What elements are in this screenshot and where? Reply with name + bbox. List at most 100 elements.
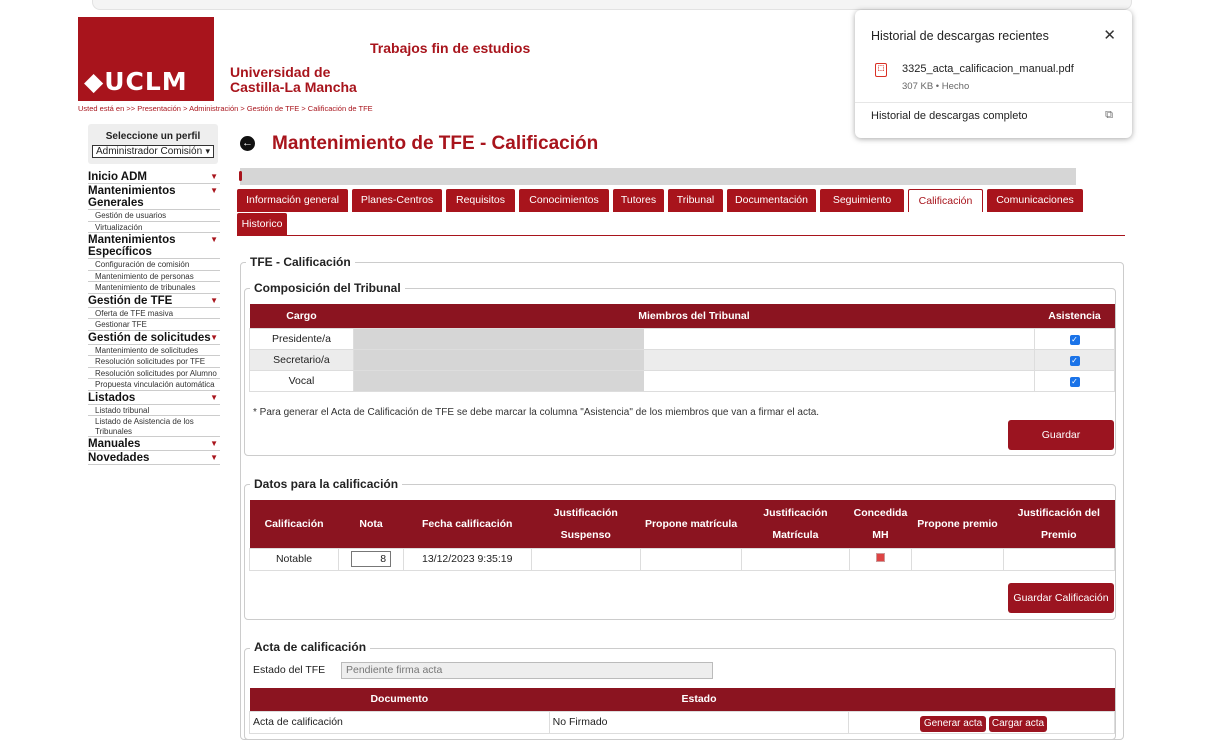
profile-select[interactable]: Administrador Comisión ▾ — [92, 145, 214, 158]
sidebar-item[interactable]: Resolución solicitudes por Alumno — [88, 368, 220, 379]
sidebar-item[interactable]: Configuración de comisión — [88, 259, 220, 271]
acta-legend: Acta de calificación — [250, 640, 371, 654]
documento-cell: Acta de calificación — [249, 710, 550, 734]
cargo-cell: Vocal — [249, 369, 354, 392]
calificacion-cell: Notable — [248, 547, 340, 571]
sidebar-item[interactable]: Listado de Asistencia de los Tribunales — [88, 416, 220, 437]
col-cargo: Cargo — [249, 304, 354, 328]
sidebar-section-label: Listados — [88, 391, 136, 404]
generar-acta-button[interactable]: Generar acta — [920, 716, 986, 732]
sidebar-section[interactable]: Gestión de solicitudes ▼ — [88, 331, 220, 345]
col-miembros: Miembros del Tribunal — [353, 304, 1035, 328]
sidebar-section[interactable]: Gestión de TFE ▼ — [88, 294, 220, 308]
redacted-member — [353, 328, 644, 349]
sidebar-item[interactable]: Mantenimiento de personas — [88, 271, 220, 282]
sidebar-section[interactable]: Inicio ADM ▼ — [88, 170, 220, 184]
caret-down-icon[interactable]: ▼ — [210, 438, 218, 450]
caret-down-icon[interactable]: ▼ — [210, 452, 218, 464]
uclm-logo[interactable]: ◆UCLM — [78, 17, 214, 101]
address-bar-edge — [92, 0, 1132, 10]
sidebar-item[interactable]: Oferta de TFE masiva — [88, 308, 220, 319]
col-documento: Documento — [249, 688, 550, 711]
table-row: Notable 8 13/12/2023 9:35:19 — [248, 547, 1116, 571]
pdf-file-icon: ⬚ — [875, 63, 887, 77]
mh-cell — [848, 547, 913, 571]
app-title: Trabajos fin de estudios — [370, 40, 531, 56]
sidebar-item[interactable]: Resolución solicitudes por TFE — [88, 356, 220, 368]
caret-down-icon[interactable]: ▼ — [210, 171, 218, 183]
guardar-button[interactable]: Guardar — [1008, 420, 1114, 450]
download-file-meta: 307 KB • Hecho — [902, 81, 970, 92]
cargar-acta-button[interactable]: Cargar acta — [989, 716, 1047, 732]
sidebar-section-label: Gestión de solicitudes — [88, 331, 211, 344]
just-matricula-cell — [741, 547, 850, 571]
sidebar-section[interactable]: Novedades ▼ — [88, 451, 220, 465]
tribunal-note: * Para generar el Acta de Calificación d… — [253, 407, 820, 418]
estado-field: Pendiente firma acta — [341, 662, 713, 679]
tab-1[interactable]: Información general — [237, 189, 348, 212]
member-cell — [352, 327, 1036, 350]
col-estado: Estado — [549, 688, 849, 711]
tab-3[interactable]: Requisitos — [446, 189, 515, 212]
fecha-cell: 13/12/2023 9:35:19 — [402, 547, 532, 571]
caret-down-icon[interactable]: ▼ — [210, 295, 218, 307]
profile-selector-box: Seleccione un perfil Administrador Comis… — [88, 124, 218, 164]
nota-input[interactable]: 8 — [351, 551, 392, 567]
tab-9[interactable]: Calificación — [908, 189, 983, 212]
estado-cell: No Firmado — [548, 710, 850, 734]
university-name: Universidad de Castilla-La Mancha — [230, 65, 357, 95]
asistencia-cell: ✓ — [1034, 327, 1115, 350]
tab-11[interactable]: Historico — [237, 213, 287, 236]
mh-checkbox[interactable] — [875, 553, 885, 562]
sidebar-section-label: Mantenimientos Específicos — [88, 234, 176, 258]
download-file-name[interactable]: 3325_acta_calificacion_manual.pdf — [902, 63, 1074, 75]
sidebar-item[interactable]: Mantenimiento de tribunales — [88, 282, 220, 294]
sidebar-item[interactable]: Gestión de usuarios — [88, 210, 220, 222]
tab-underline — [237, 235, 1125, 236]
col-nota: Nota — [338, 500, 404, 548]
tab-2[interactable]: Planes-Centros — [352, 189, 442, 212]
guardar-calificacion-button[interactable]: Guardar Calificación — [1008, 583, 1114, 613]
tab-5[interactable]: Tutores — [613, 189, 664, 212]
asistencia-cell: ✓ — [1034, 348, 1115, 371]
sidebar-item[interactable]: Mantenimiento de solicitudes — [88, 345, 220, 356]
open-external-icon[interactable]: ⧉ — [1105, 109, 1113, 122]
back-arrow-icon[interactable]: ← — [240, 136, 255, 151]
sidebar-section[interactable]: Listados ▼ — [88, 391, 220, 405]
datos-legend: Datos para la calificación — [250, 477, 403, 491]
table-row: Vocal ✓ — [249, 369, 1115, 392]
tab-4[interactable]: Conocimientos — [519, 189, 609, 212]
tab-10[interactable]: Comunicaciones — [987, 189, 1083, 212]
sidebar-item[interactable]: Virtualización — [88, 222, 220, 233]
table-row: Secretario/a ✓ — [249, 348, 1115, 371]
sidebar-section[interactable]: Mantenimientos Específicos ▼ — [88, 233, 220, 259]
downloads-popup: Historial de descargas recientes ✕ ⬚ 332… — [855, 10, 1132, 138]
close-icon[interactable]: ✕ — [1103, 26, 1116, 44]
sidebar-section[interactable]: Manuales ▼ — [88, 437, 220, 451]
tab-7[interactable]: Documentación — [727, 189, 816, 212]
asistencia-checkbox[interactable]: ✓ — [1069, 334, 1080, 345]
col-propone-premio: Propone premio — [911, 500, 1004, 548]
estado-label: Estado del TFE — [253, 664, 326, 676]
full-history-link[interactable]: Historial de descargas completo — [871, 110, 1028, 122]
caret-down-icon[interactable]: ▼ — [210, 185, 218, 197]
chevron-down-icon: ▾ — [205, 146, 210, 156]
sidebar-section[interactable]: Mantenimientos Generales ▼ — [88, 184, 220, 210]
university-line-1: Universidad de — [230, 64, 331, 80]
asistencia-checkbox[interactable]: ✓ — [1069, 355, 1080, 366]
breadcrumb[interactable]: Usted está en >> Presentación > Administ… — [78, 104, 373, 113]
tab-8[interactable]: Seguimiento — [820, 189, 904, 212]
sidebar-item[interactable]: Propuesta vinculación automática — [88, 379, 220, 391]
col-just-suspenso: Justificación Suspenso — [531, 500, 641, 548]
tribunal-legend: Composición del Tribunal — [250, 281, 405, 295]
asistencia-checkbox[interactable]: ✓ — [1069, 376, 1080, 387]
sidebar-section-label: Mantenimientos Generales — [88, 185, 176, 209]
sidebar-item[interactable]: Gestionar TFE — [88, 319, 220, 331]
caret-down-icon[interactable]: ▼ — [210, 234, 218, 246]
sidebar-item[interactable]: Listado tribunal — [88, 405, 220, 416]
tab-6[interactable]: Tribunal — [668, 189, 723, 212]
caret-down-icon[interactable]: ▼ — [210, 392, 218, 404]
cargo-cell: Presidente/a — [249, 327, 354, 350]
caret-down-icon[interactable]: ▼ — [210, 332, 218, 344]
downloads-title: Historial de descargas recientes — [871, 29, 1049, 43]
